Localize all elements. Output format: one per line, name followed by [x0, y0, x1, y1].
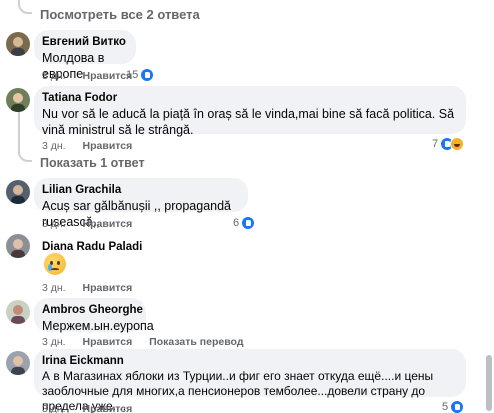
reaction-summary[interactable]: 15 [126, 68, 155, 82]
like-reaction-icon [140, 68, 155, 82]
comment-meta: 3 дн. Нравится [42, 218, 132, 230]
like-button[interactable]: Нравится [83, 403, 133, 413]
see-translation-link[interactable]: Показать перевод [149, 336, 243, 348]
comment-author[interactable]: Lilian Grachila [42, 183, 238, 198]
reaction-count: 6 [233, 217, 240, 229]
comment-timestamp[interactable]: 3 дн. [42, 403, 66, 413]
comment-bubble: Евгений Витко Молдова в европе [34, 30, 136, 81]
comment-meta: 3 дн. Нравится Показать перевод [42, 336, 243, 348]
avatar[interactable] [6, 180, 30, 204]
comment-bubble: Ambros Gheorghe Мержем.ын.еуропа [34, 298, 154, 333]
crying-face-emoji [44, 253, 66, 275]
show-reply-link[interactable]: Показать 1 ответ [40, 156, 145, 170]
avatar[interactable] [6, 88, 30, 112]
comment-meta: 3 дн. Нравится [42, 403, 132, 413]
comment-meta: 3 дн. Нравится [42, 70, 132, 82]
comment-timestamp[interactable]: 3 дн. [42, 282, 66, 294]
like-button[interactable]: Нравится [83, 140, 133, 152]
reaction-count: 15 [126, 69, 139, 81]
avatar[interactable] [6, 32, 30, 56]
reaction-summary[interactable]: 5 [442, 400, 465, 413]
like-button[interactable]: Нравится [83, 70, 133, 82]
comment-author[interactable]: Irina Eickmann [42, 354, 456, 369]
comment-author[interactable]: Tatiana Fodor [42, 91, 456, 106]
view-all-replies-link[interactable]: Посмотреть все 2 ответа [40, 7, 200, 22]
like-button[interactable]: Нравится [83, 336, 133, 348]
comment-timestamp[interactable]: 3 дн. [42, 140, 66, 152]
avatar[interactable] [6, 300, 30, 324]
comment-timestamp[interactable]: 3 дн. [42, 70, 66, 82]
reaction-count: 7 [432, 138, 439, 150]
scrollbar-thumb[interactable] [486, 355, 492, 411]
like-button[interactable]: Нравится [83, 282, 133, 294]
comment-bubble: Irina Eickmann А в Магазинах яблоки из Т… [34, 349, 466, 413]
thread-connector [18, 0, 32, 14]
like-button[interactable]: Нравится [83, 218, 133, 230]
comment-timestamp[interactable]: 3 дн. [42, 218, 66, 230]
comment-meta: 3 дн. Нравится [42, 140, 132, 152]
avatar[interactable] [6, 234, 30, 258]
avatar[interactable] [6, 351, 30, 375]
thread-connector [18, 144, 32, 162]
comment-author[interactable]: Ambros Gheorghe [42, 303, 143, 318]
like-reaction-icon [241, 216, 256, 230]
show-reply-row: Показать 1 ответ [0, 144, 494, 172]
comment-timestamp[interactable]: 3 дн. [42, 336, 66, 348]
comment-bubble: Lilian Grachila Acuș sar gălbănușii ,, p… [34, 178, 248, 229]
comment-author[interactable]: Евгений Витко [42, 35, 126, 50]
like-reaction-icon [450, 400, 465, 413]
reaction-count: 5 [442, 401, 449, 413]
reaction-summary[interactable]: 7 [432, 137, 465, 151]
comment-text: Мержем.ын.еуропа [42, 319, 154, 333]
comment-bubble: Tatiana Fodor Nu vor să le aducă la piaț… [34, 86, 466, 137]
haha-reaction-icon [450, 137, 465, 151]
comment-meta: 3 дн. Нравится [42, 282, 132, 294]
view-all-replies-row: Посмотреть все 2 ответа [0, 0, 494, 28]
reaction-summary[interactable]: 6 [233, 216, 256, 230]
comment-text: Nu vor să le aducă la piață în oraș să l… [42, 107, 455, 137]
